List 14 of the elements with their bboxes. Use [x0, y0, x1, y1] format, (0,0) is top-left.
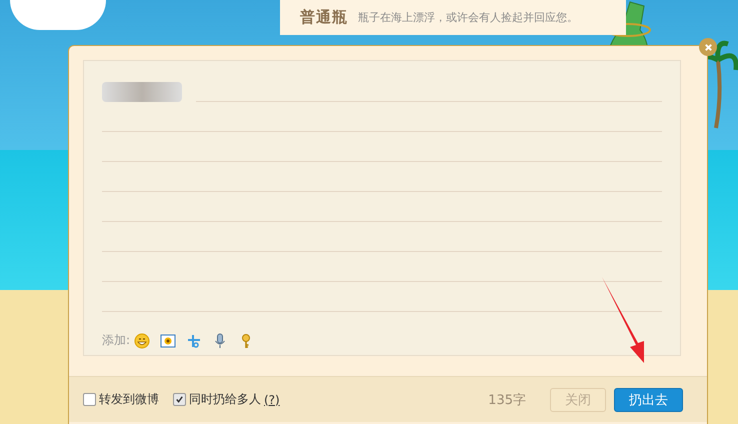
picture-icon[interactable]	[160, 332, 176, 348]
help-link[interactable]: (?)	[264, 392, 280, 406]
checkbox[interactable]	[173, 393, 186, 406]
close-button[interactable]: 关闭	[550, 388, 606, 412]
banner-subtitle: 瓶子在海上漂浮，或许会有人捡起并回应您。	[358, 10, 578, 25]
check-icon	[175, 395, 184, 404]
banner-title: 普通瓶	[300, 8, 348, 27]
option-label: 同时扔给多人	[189, 391, 261, 408]
smiley-icon[interactable]	[134, 332, 150, 348]
checkbox[interactable]	[83, 393, 96, 406]
option-label: 转发到微博	[99, 391, 159, 408]
add-label: 添加:	[102, 332, 130, 349]
throw-button[interactable]: 扔出去	[614, 388, 683, 412]
character-count: 135字	[488, 392, 526, 408]
